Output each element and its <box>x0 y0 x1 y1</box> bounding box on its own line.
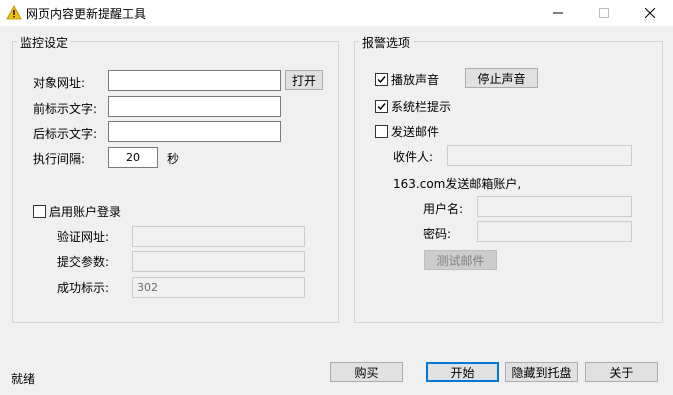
window-title: 网页内容更新提醒工具 <box>26 7 147 21</box>
open-button[interactable]: 打开 <box>285 70 323 90</box>
send-mail-checkbox[interactable]: 发送邮件 <box>375 123 439 140</box>
app-window: 网页内容更新提醒工具 监控设定 对象网址: 打开 前标示文字: 后标示文字: 执… <box>0 0 673 395</box>
submit-params-input[interactable] <box>132 251 305 272</box>
test-mail-button[interactable]: 测试邮件 <box>424 250 497 270</box>
tray-tip-label: 系统栏提示 <box>391 100 452 114</box>
suffix-input[interactable] <box>108 121 281 142</box>
prefix-label: 前标示文字: <box>33 102 98 116</box>
play-sound-label: 播放声音 <box>391 73 440 87</box>
checkbox-box[interactable] <box>375 125 388 138</box>
prefix-input[interactable] <box>108 96 281 117</box>
tray-tip-checkbox[interactable]: 系统栏提示 <box>375 98 451 115</box>
start-button[interactable]: 开始 <box>426 362 499 382</box>
warning-icon <box>6 5 22 21</box>
account-login-label: 启用账户登录 <box>49 205 122 219</box>
checkmark-icon <box>377 103 386 111</box>
checkbox-box[interactable] <box>375 100 388 113</box>
minimize-button[interactable] <box>535 0 581 26</box>
title-bar[interactable]: 网页内容更新提醒工具 <box>0 0 673 26</box>
sender-account-label: 163.com发送邮箱账户, <box>393 177 522 191</box>
interval-label: 执行间隔: <box>33 152 86 166</box>
verify-url-label: 验证网址: <box>57 230 110 244</box>
alarm-group-title: 报警选项 <box>359 34 414 51</box>
maximize-button[interactable] <box>581 0 627 26</box>
username-label: 用户名: <box>423 202 464 216</box>
password-label: 密码: <box>423 227 452 241</box>
monitor-group-title: 监控设定 <box>17 34 72 51</box>
play-sound-checkbox[interactable]: 播放声音 <box>375 71 439 88</box>
close-button[interactable] <box>627 0 673 26</box>
submit-params-label: 提交参数: <box>57 255 110 269</box>
buy-button[interactable]: 购买 <box>330 362 403 382</box>
checkmark-icon <box>377 76 386 84</box>
maximize-icon <box>599 8 609 18</box>
recipient-input[interactable] <box>447 145 632 166</box>
stop-sound-button[interactable]: 停止声音 <box>465 68 538 88</box>
send-mail-label: 发送邮件 <box>391 125 440 139</box>
recipient-label: 收件人: <box>393 150 434 164</box>
account-login-checkbox[interactable]: 启用账户登录 <box>33 203 121 220</box>
username-input[interactable] <box>477 196 632 217</box>
interval-input[interactable]: 20 <box>108 147 158 168</box>
url-label: 对象网址: <box>33 76 86 90</box>
status-text: 就绪 <box>11 372 36 386</box>
about-button[interactable]: 关于 <box>585 362 658 382</box>
success-input[interactable]: 302 <box>132 277 305 298</box>
minimize-icon <box>553 12 563 14</box>
close-icon <box>645 8 655 18</box>
success-label: 成功标示: <box>57 281 110 295</box>
hide-to-tray-button[interactable]: 隐藏到托盘 <box>505 362 578 382</box>
verify-url-input[interactable] <box>132 226 305 247</box>
checkbox-box[interactable] <box>33 205 46 218</box>
interval-unit: 秒 <box>167 152 180 166</box>
suffix-label: 后标示文字: <box>33 127 98 141</box>
checkbox-box[interactable] <box>375 73 388 86</box>
password-input[interactable] <box>477 221 632 242</box>
url-input[interactable] <box>108 70 281 91</box>
